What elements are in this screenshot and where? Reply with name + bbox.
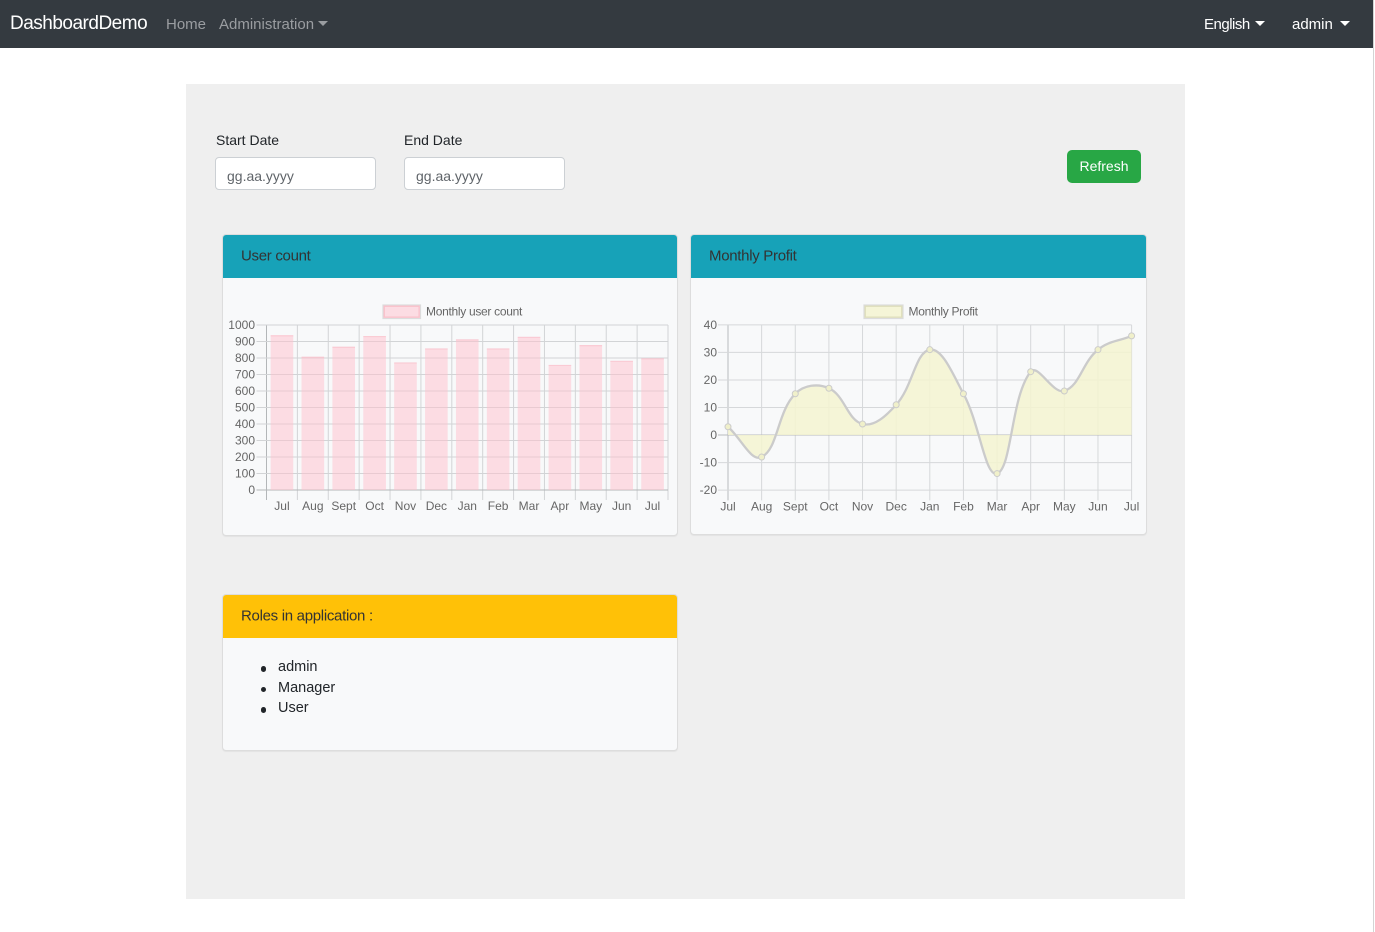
svg-text:-10: -10 (700, 456, 718, 470)
svg-text:Jul: Jul (720, 500, 735, 514)
svg-text:Jul: Jul (274, 499, 289, 513)
svg-text:-20: -20 (700, 483, 718, 497)
svg-text:Apr: Apr (551, 499, 570, 513)
svg-text:Oct: Oct (365, 499, 384, 513)
svg-text:800: 800 (235, 351, 255, 365)
svg-text:0: 0 (248, 483, 255, 497)
svg-text:900: 900 (235, 335, 255, 349)
svg-text:Mar: Mar (987, 500, 1008, 514)
svg-text:Monthly Profit: Monthly Profit (909, 305, 979, 319)
svg-text:Dec: Dec (426, 499, 447, 513)
svg-text:700: 700 (235, 368, 255, 382)
svg-text:600: 600 (235, 384, 255, 398)
svg-text:Sept: Sept (783, 500, 808, 514)
svg-text:Jan: Jan (458, 499, 477, 513)
svg-text:0: 0 (710, 428, 717, 442)
svg-text:Apr: Apr (1021, 500, 1040, 514)
svg-text:Dec: Dec (885, 500, 906, 514)
svg-text:Mar: Mar (519, 499, 540, 513)
svg-text:Aug: Aug (751, 500, 772, 514)
svg-text:May: May (1053, 500, 1076, 514)
svg-text:Feb: Feb (488, 499, 509, 513)
svg-text:10: 10 (704, 401, 718, 415)
svg-text:30: 30 (704, 345, 718, 359)
svg-text:1000: 1000 (228, 318, 255, 332)
svg-text:Jul: Jul (1124, 500, 1139, 514)
svg-text:Jul: Jul (645, 499, 660, 513)
svg-text:Sept: Sept (331, 499, 356, 513)
svg-text:Oct: Oct (820, 500, 839, 514)
svg-text:Nov: Nov (852, 500, 873, 514)
svg-text:100: 100 (235, 467, 255, 481)
svg-text:Jun: Jun (1088, 500, 1107, 514)
svg-text:Jan: Jan (920, 500, 939, 514)
svg-text:Jun: Jun (612, 499, 631, 513)
svg-text:Aug: Aug (302, 499, 323, 513)
svg-text:20: 20 (704, 373, 718, 387)
svg-text:May: May (579, 499, 602, 513)
svg-text:Monthly user count: Monthly user count (426, 305, 523, 319)
svg-text:40: 40 (704, 318, 718, 332)
svg-text:Feb: Feb (953, 500, 974, 514)
svg-text:200: 200 (235, 450, 255, 464)
svg-text:Nov: Nov (395, 499, 416, 513)
svg-text:300: 300 (235, 434, 255, 448)
svg-text:500: 500 (235, 401, 255, 415)
svg-text:400: 400 (235, 417, 255, 431)
